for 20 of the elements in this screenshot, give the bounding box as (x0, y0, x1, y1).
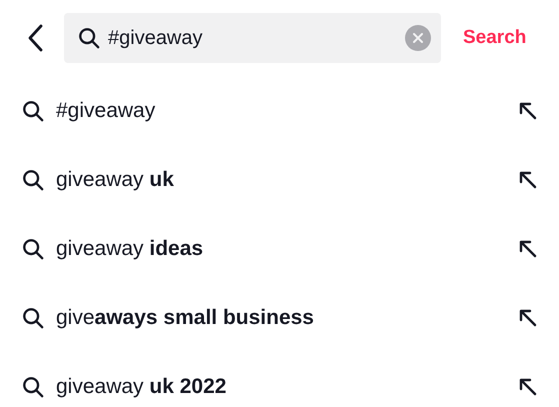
chevron-left-icon[interactable] (27, 24, 43, 52)
search-field[interactable]: #giveaway (64, 13, 441, 63)
fill-in-arrow-icon[interactable] (519, 308, 537, 326)
suggestion-text[interactable]: giveaway uk (56, 168, 507, 192)
suggestion-text[interactable]: giveaways small business (56, 306, 507, 330)
search-icon (22, 100, 44, 122)
fill-in-arrow-icon[interactable] (519, 240, 537, 258)
search-icon (78, 27, 100, 49)
search-button[interactable]: Search (455, 27, 526, 49)
search-icon (22, 168, 44, 190)
search-icon (22, 238, 44, 260)
fill-in-arrow-icon[interactable] (519, 378, 537, 396)
suggestion-text[interactable]: giveaway ideas (56, 236, 507, 260)
suggestion-text[interactable]: giveaway uk 2022 (56, 374, 507, 398)
search-input[interactable]: #giveaway (108, 26, 397, 50)
search-icon (22, 306, 44, 328)
fill-in-arrow-icon[interactable] (519, 102, 537, 120)
suggestion-text[interactable]: #giveaway (56, 98, 507, 122)
search-icon (22, 376, 44, 398)
fill-in-arrow-icon[interactable] (519, 170, 537, 188)
